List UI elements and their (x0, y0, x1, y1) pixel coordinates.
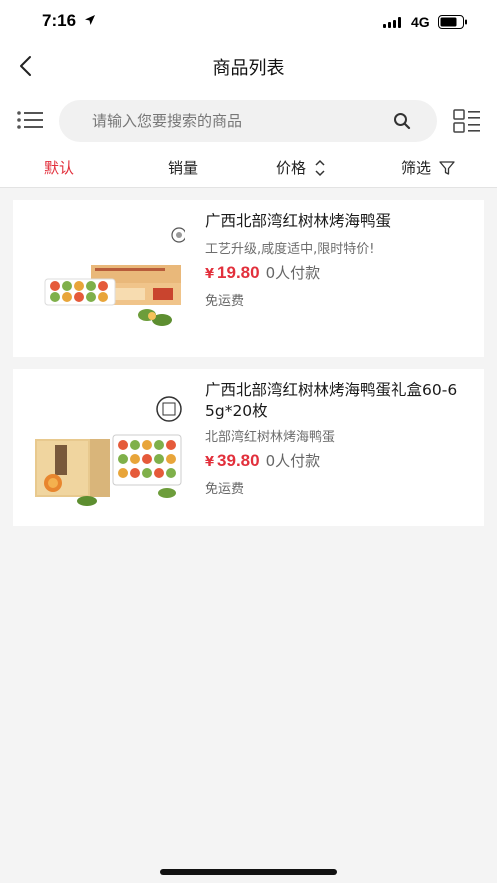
search-icon[interactable] (393, 112, 411, 130)
battery-icon (438, 15, 467, 29)
sort-arrows-icon (315, 159, 325, 176)
product-name[interactable]: 广西北部湾红树林烤海鸭蛋 (205, 211, 467, 232)
sort-price-tab[interactable]: 价格 (276, 157, 326, 178)
search-row (0, 88, 497, 155)
sort-default-tab[interactable]: 默认 (44, 157, 74, 178)
product-name[interactable]: 广西北部湾红树林烤海鸭蛋礼盒60-65g*20枚 (205, 380, 467, 422)
product-price: 39.80 (217, 451, 260, 470)
layout-toggle-icon[interactable] (453, 109, 481, 133)
product-price: 19.80 (217, 263, 260, 282)
product-card[interactable]: 广西北部湾红树林烤海鸭蛋礼盒60-65g*20枚 北部湾红树林烤海鸭蛋 ¥ 39… (13, 369, 484, 526)
shipping-label: 免运费 (205, 482, 245, 497)
sort-sales-label: 销量 (168, 159, 199, 177)
nav-bar: 商品列表 (0, 44, 497, 88)
home-indicator[interactable] (160, 869, 337, 875)
sort-price-label: 价格 (276, 159, 307, 177)
product-card[interactable]: 广西北部湾红树林烤海鸭蛋 工艺升级,咸度适中,限时特价! ¥ 19.80 0人付… (13, 200, 484, 357)
top-area: 7:16 4G 商品列表 请输入您要搜索的商品 默认 销量 价格 筛选 (0, 0, 497, 188)
product-image[interactable] (27, 210, 185, 348)
sort-filter-bar: 默认 销量 价格 筛选 (0, 155, 497, 188)
signal-icon (383, 17, 401, 28)
sort-default-label: 默认 (44, 159, 75, 177)
sort-sales-tab[interactable]: 销量 (168, 157, 198, 178)
category-list-icon[interactable] (16, 110, 44, 130)
search-box[interactable] (59, 100, 437, 142)
filter-funnel-icon (439, 160, 455, 175)
status-bar: 7:16 4G (0, 0, 497, 44)
filter-tab[interactable]: 筛选 (401, 157, 455, 178)
price-line: ¥ 19.80 0人付款 (205, 262, 320, 283)
network-type: 4G (411, 14, 430, 30)
search-input[interactable] (92, 100, 392, 142)
location-arrow-icon (85, 15, 95, 25)
product-image[interactable] (27, 379, 185, 517)
currency-symbol: ¥ (205, 455, 215, 470)
status-time: 7:16 (42, 11, 77, 30)
paid-count: 0人付款 (265, 264, 321, 282)
currency-symbol: ¥ (205, 267, 215, 282)
shipping-label: 免运费 (205, 294, 245, 309)
price-line: ¥ 39.80 0人付款 (205, 450, 320, 471)
paid-count: 0人付款 (265, 452, 321, 470)
page-title: 商品列表 (212, 58, 285, 79)
product-subtitle: 北部湾红树林烤海鸭蛋 (205, 430, 336, 445)
product-subtitle: 工艺升级,咸度适中,限时特价! (205, 242, 375, 257)
filter-label: 筛选 (401, 159, 432, 177)
